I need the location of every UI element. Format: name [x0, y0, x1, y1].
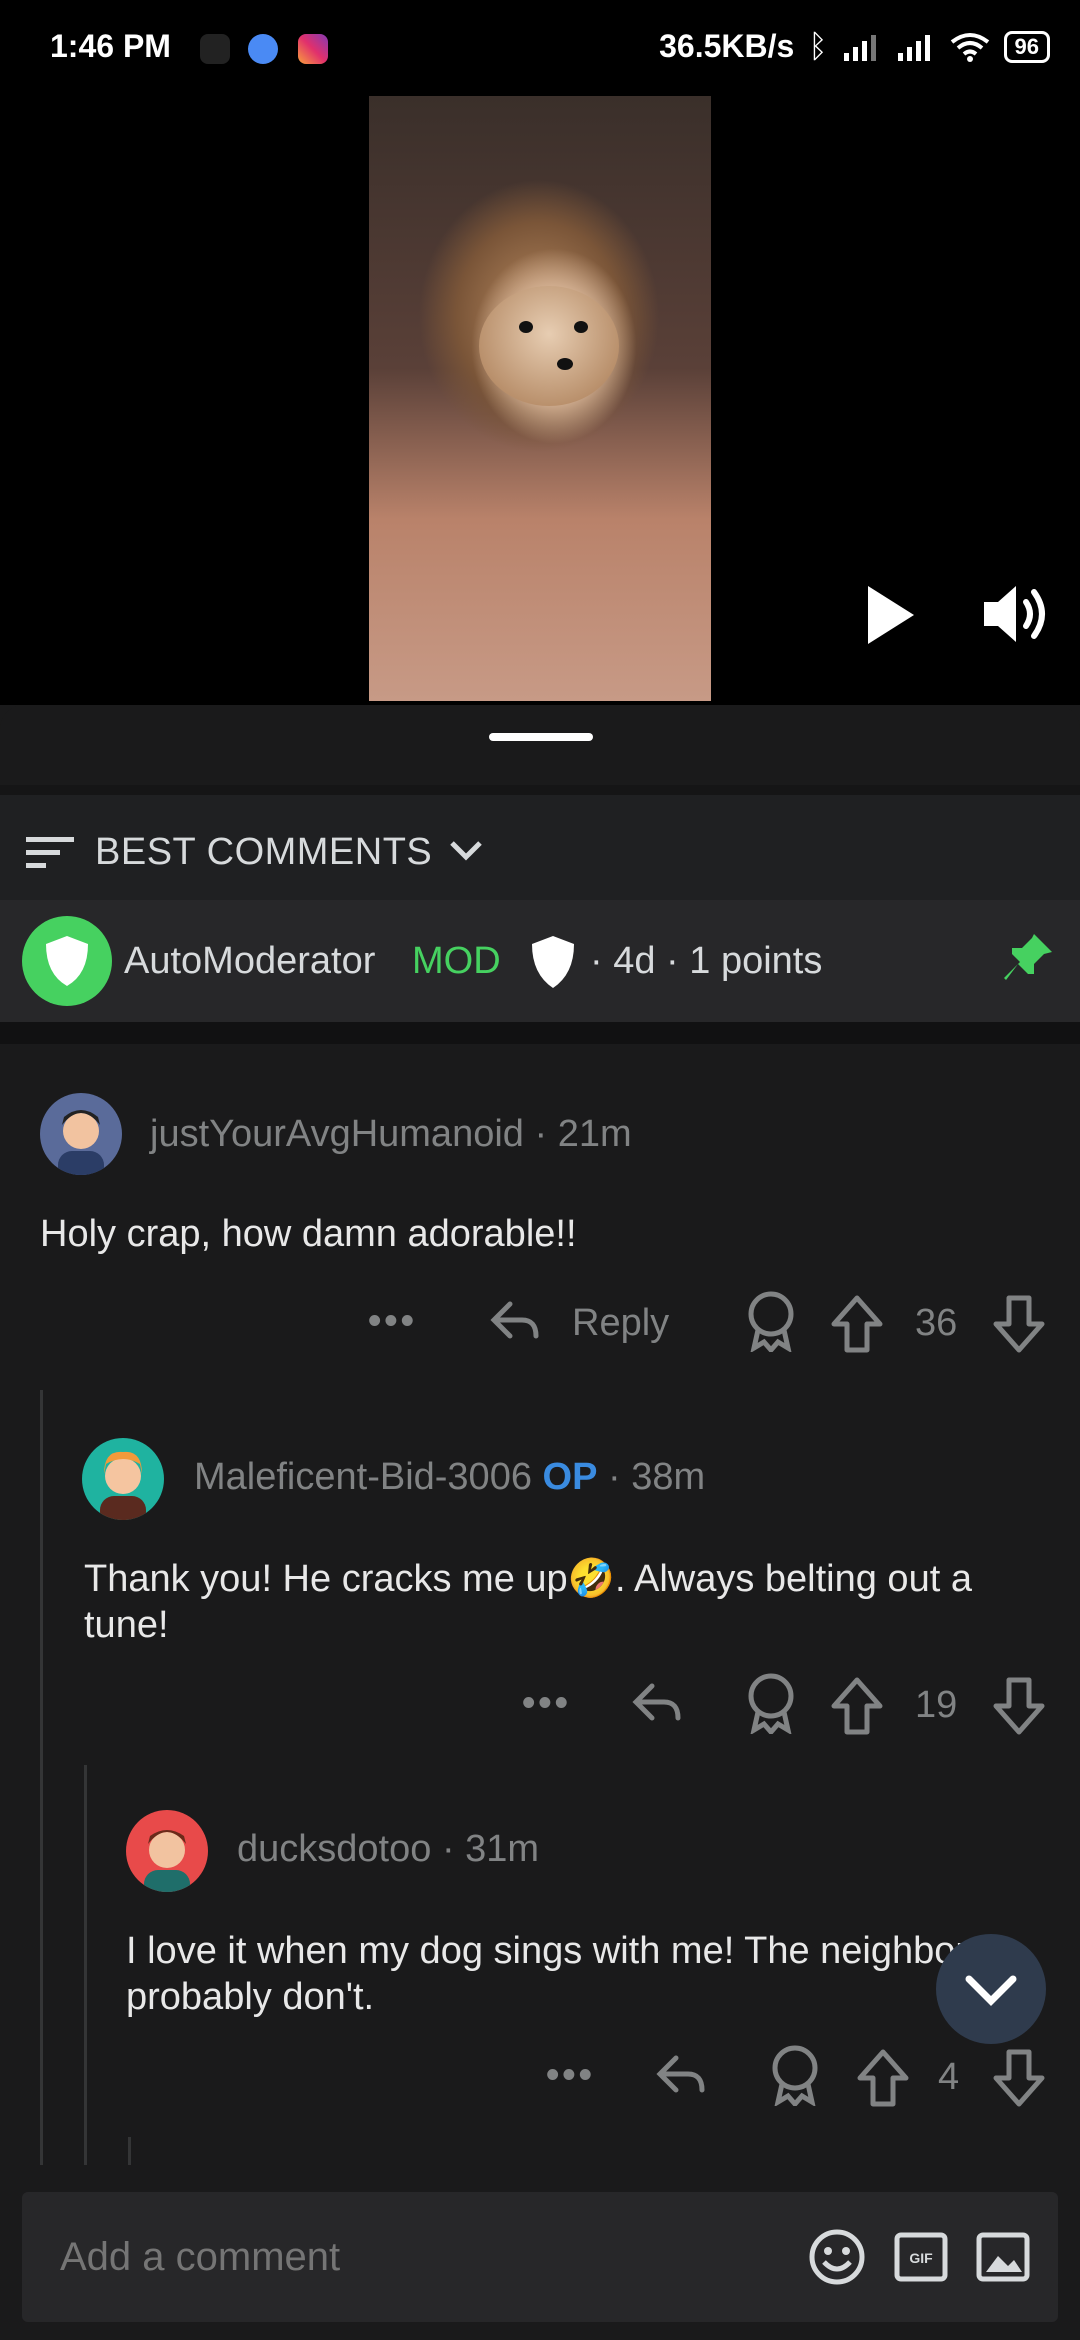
mod-badge: MOD: [412, 940, 501, 982]
sheet-drag-handle[interactable]: [489, 733, 593, 741]
avatar[interactable]: [126, 1810, 208, 1892]
emoji-icon[interactable]: [808, 2228, 866, 2286]
shield-icon: [46, 936, 88, 986]
volume-icon[interactable]: [980, 578, 1052, 650]
more-options-icon[interactable]: •••: [522, 1682, 571, 1725]
reply-icon[interactable]: [488, 1298, 540, 1344]
status-bar: 1:46 PM 36.5KB/s ᛒ 96: [0, 0, 1080, 96]
gif-icon[interactable]: GIF: [894, 2232, 948, 2282]
thread-line[interactable]: [40, 1390, 43, 2165]
upvote-icon[interactable]: [856, 2048, 910, 2108]
reply-icon[interactable]: [654, 2052, 706, 2098]
pet-face: [479, 286, 619, 406]
op-badge: OP: [542, 1456, 598, 1498]
reply-button[interactable]: Reply: [572, 1302, 669, 1345]
avatar[interactable]: [40, 1093, 122, 1175]
comment-text: Holy crap, how damn adorable!!: [40, 1213, 577, 1255]
video-thumbnail[interactable]: [369, 96, 711, 701]
thread-line[interactable]: [84, 1765, 87, 2165]
pin-icon: [1004, 934, 1052, 980]
image-icon[interactable]: [976, 2232, 1030, 2282]
author-name[interactable]: AutoModerator: [124, 940, 375, 983]
video-player[interactable]: [0, 0, 1080, 705]
chevron-down-icon: [450, 841, 482, 861]
avatar-figure: [144, 1830, 190, 1892]
vote-score: 19: [915, 1684, 958, 1726]
downvote-icon[interactable]: [992, 1294, 1046, 1354]
battery-indicator: 96: [1003, 30, 1050, 63]
sort-label: BEST COMMENTS: [95, 831, 433, 873]
sort-bar[interactable]: BEST COMMENTS: [0, 785, 1080, 910]
author-name[interactable]: ducksdotoo · 31m: [237, 1828, 539, 1871]
more-options-icon[interactable]: •••: [546, 2054, 595, 2097]
comment-composer[interactable]: GIF: [22, 2192, 1058, 2322]
shield-icon: [532, 936, 574, 988]
avatar[interactable]: [82, 1438, 164, 1520]
upvote-icon[interactable]: [830, 1294, 884, 1354]
comment-text: I love it when my dog sings with me! The…: [126, 1930, 988, 2018]
comment-text: Thank you! He cracks me up🤣. Always belt…: [84, 1558, 972, 1646]
upvote-icon[interactable]: [830, 1676, 884, 1736]
avatar[interactable]: [22, 916, 112, 1006]
chevron-down-icon: [965, 1975, 1017, 2006]
comment-meta: · 4d · 1 points: [590, 940, 823, 982]
award-icon[interactable]: [744, 1290, 798, 1352]
pinned-comment[interactable]: AutoModerator MOD · 4d · 1 points: [0, 900, 1080, 1022]
sort-icon: [26, 837, 74, 868]
comment-input[interactable]: [58, 2234, 762, 2281]
bluetooth-icon: ᛒ: [808, 28, 828, 64]
pet-nose: [557, 358, 573, 370]
scroll-down-button[interactable]: [936, 1934, 1046, 2044]
play-icon[interactable]: [860, 580, 920, 650]
svg-text:GIF: GIF: [909, 2250, 933, 2266]
signal-icon: [897, 34, 930, 61]
app-notification-icon: [200, 34, 230, 64]
pet-eye: [519, 321, 533, 333]
play-notification-icon: [248, 34, 278, 64]
avatar-figure: [100, 1451, 146, 1520]
more-options-icon[interactable]: •••: [368, 1300, 417, 1343]
downvote-icon[interactable]: [992, 1676, 1046, 1736]
downvote-icon[interactable]: [992, 2048, 1046, 2108]
pet-eye: [574, 321, 588, 333]
network-speed: 36.5KB/s: [659, 28, 795, 64]
award-icon[interactable]: [768, 2044, 822, 2106]
author-name[interactable]: Maleficent-Bid-3006 OP · 38m: [194, 1456, 705, 1499]
avatar-figure: [58, 1110, 104, 1175]
status-time: 1:46 PM: [50, 28, 171, 64]
author-name[interactable]: justYourAvgHumanoid · 21m: [150, 1113, 632, 1156]
reply-icon[interactable]: [630, 1680, 682, 1726]
thread-line[interactable]: [128, 2137, 131, 2165]
vote-score: 36: [915, 1302, 958, 1344]
vote-score: 4: [938, 2056, 960, 2098]
wifi-icon: [950, 32, 989, 62]
signal-icon: [843, 34, 876, 61]
award-icon[interactable]: [744, 1672, 798, 1734]
instagram-icon: [298, 34, 328, 64]
divider: [0, 1022, 1080, 1044]
